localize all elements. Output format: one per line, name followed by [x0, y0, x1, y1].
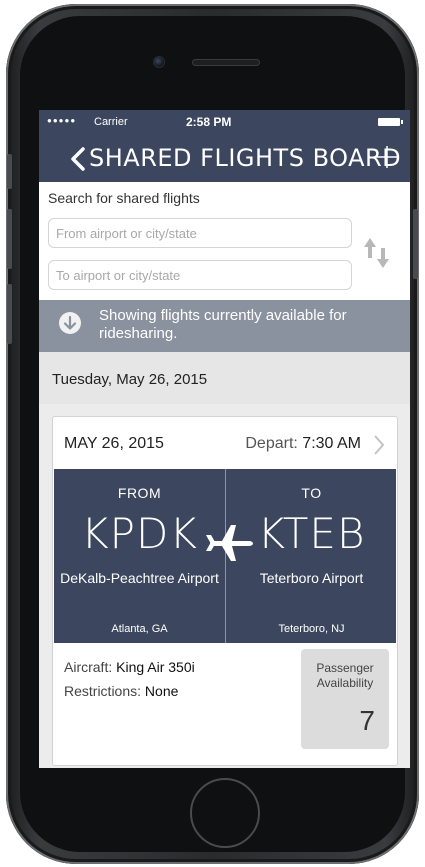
airplane-icon	[206, 525, 253, 561]
flight-card[interactable]: MAY 26, 2015 Depart: 7:30 AM FROM KPDK D…	[52, 416, 398, 766]
restrictions-value: None	[144, 683, 179, 699]
origin-airport-name: DeKalb-Peachtree Airport	[60, 570, 219, 586]
chevron-right-icon[interactable]	[373, 434, 385, 456]
depart-label: Depart:	[245, 435, 298, 452]
route-panel: FROM KPDK DeKalb-Peachtree Airport Atlan…	[54, 469, 396, 643]
restrictions-row: Restrictions: None	[64, 679, 195, 703]
to-airport-input[interactable]	[48, 260, 352, 290]
flight-date: MAY 26, 2015	[64, 435, 164, 452]
banner-text: Showing flights currently available for …	[99, 307, 347, 342]
page-title: SHARED FLIGHTS BOARD	[89, 144, 402, 172]
info-banner: Showing flights currently available for …	[39, 300, 410, 352]
aircraft-row: Aircraft: King Air 350i	[64, 655, 195, 679]
origin-column: FROM KPDK DeKalb-Peachtree Airport Atlan…	[54, 469, 225, 643]
search-label: Search for shared flights	[48, 190, 200, 206]
availability-count: 7	[359, 705, 375, 736]
status-bar: ●●●●● Carrier 2:58 PM	[39, 110, 410, 134]
from-airport-input[interactable]	[48, 218, 352, 248]
volume-down-button	[7, 284, 12, 344]
aircraft-label: Aircraft:	[64, 659, 113, 675]
signal-strength-indicator: ●●●●●	[47, 116, 77, 125]
front-camera	[153, 56, 165, 68]
search-panel: Search for shared flights	[39, 182, 410, 300]
origin-code: KPDK	[81, 509, 198, 558]
destination-city: Teterboro, NJ	[278, 623, 345, 635]
depart-time: 7:30 AM	[302, 435, 361, 452]
to-label: TO	[301, 485, 322, 501]
nav-title-row: SHARED FLIGHTS BOARD	[39, 140, 410, 174]
app-screen: ●●●●● Carrier 2:58 PM SHARED FLIGHTS BOA…	[39, 110, 410, 768]
volume-up-button	[7, 209, 12, 269]
swap-arrows-icon[interactable]	[363, 236, 391, 270]
battery-icon	[378, 118, 403, 126]
carrier-name: Carrier	[94, 116, 128, 128]
chevron-left-icon[interactable]	[67, 146, 89, 172]
date-section-header: Tuesday, May 26, 2015	[39, 352, 410, 404]
flight-details: Aircraft: King Air 350i Restrictions: No…	[64, 655, 195, 703]
mute-switch	[7, 154, 12, 189]
restrictions-label: Restrictions:	[64, 683, 142, 699]
arrow-down-circle-icon	[59, 312, 81, 334]
power-button	[413, 209, 418, 279]
section-date: Tuesday, May 26, 2015	[52, 371, 208, 388]
aircraft-value: King Air 350i	[116, 659, 195, 675]
depart-info: Depart: 7:30 AM	[245, 435, 361, 453]
passenger-availability-box: Passenger Availability 7	[301, 649, 389, 749]
availability-label: Passenger Availability	[316, 661, 374, 690]
from-label: FROM	[117, 485, 162, 501]
origin-city: Atlanta, GA	[111, 623, 168, 635]
home-button[interactable]	[190, 778, 260, 848]
plus-icon[interactable]	[374, 144, 400, 170]
status-time: 2:58 PM	[186, 115, 232, 129]
destination-airport-name: Teterboro Airport	[259, 570, 364, 586]
navigation-bar: ●●●●● Carrier 2:58 PM SHARED FLIGHTS BOA…	[39, 110, 410, 182]
earpiece-speaker	[192, 59, 260, 66]
